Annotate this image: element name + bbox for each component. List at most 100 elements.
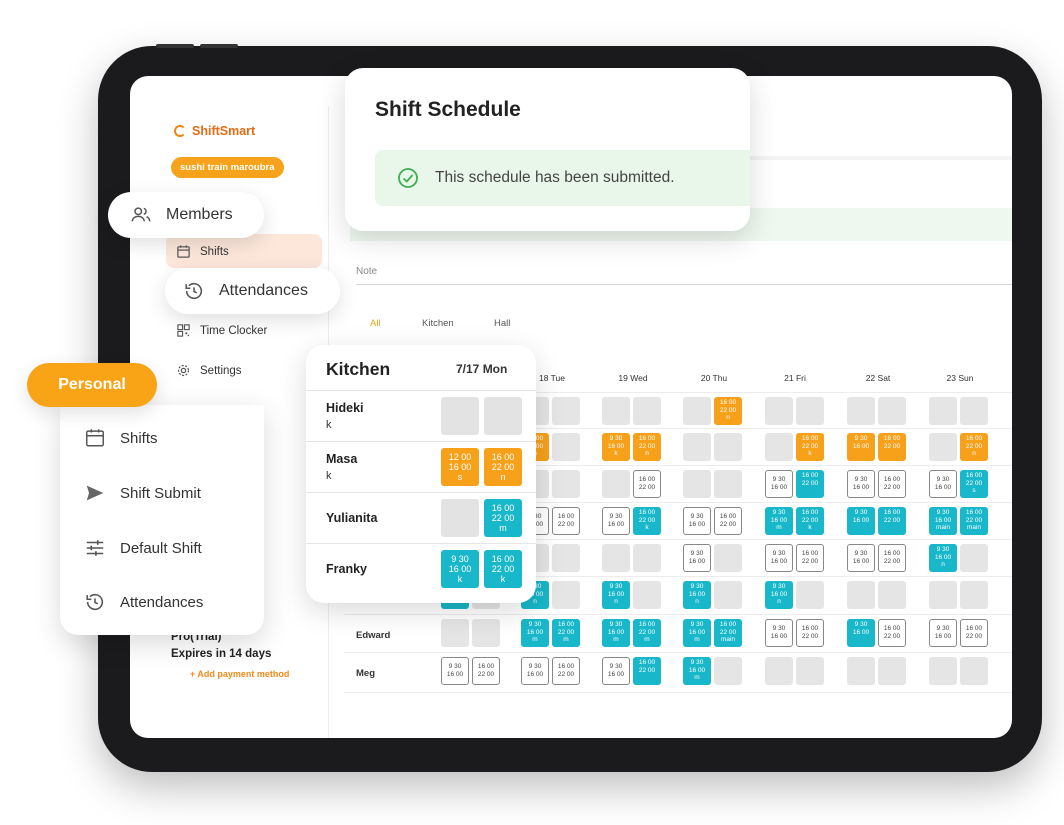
empty-shift-cell[interactable] xyxy=(714,433,742,461)
shift-cell[interactable]: 9 30 16 00 m xyxy=(521,619,549,647)
shift-cell[interactable]: 16 00 22 00 k xyxy=(484,550,522,588)
empty-shift-cell[interactable] xyxy=(552,433,580,461)
empty-shift-cell[interactable] xyxy=(929,657,957,685)
shift-cell[interactable]: 16 00 22 00 xyxy=(960,619,988,647)
empty-shift-cell[interactable] xyxy=(878,397,906,425)
empty-shift-cell[interactable] xyxy=(929,397,957,425)
sidebar-item-time-clocker[interactable]: Time Clocker xyxy=(176,323,267,338)
empty-shift-cell[interactable] xyxy=(796,397,824,425)
shift-cell[interactable]: 16 00 22 00 xyxy=(796,544,824,572)
add-payment-link[interactable]: + Add payment method xyxy=(190,669,289,679)
shift-cell[interactable]: 9 30 16 00 xyxy=(521,657,549,685)
shift-cell[interactable]: 9 30 16 00 n xyxy=(683,581,711,609)
empty-shift-cell[interactable] xyxy=(796,581,824,609)
shift-cell[interactable]: 16 00 22 00 m xyxy=(633,619,661,647)
shift-cell[interactable]: 9 30 16 00 k xyxy=(441,550,479,588)
empty-shift-cell[interactable] xyxy=(441,397,479,435)
shift-cell[interactable]: 9 30 16 00 xyxy=(441,657,469,685)
shift-cell[interactable]: 16 00 22 00 n xyxy=(484,448,522,486)
shift-cell[interactable]: 16 00 22 00 xyxy=(878,433,906,461)
empty-shift-cell[interactable] xyxy=(552,470,580,498)
shift-cell[interactable]: 16 00 22 00 k xyxy=(633,507,661,535)
note-input[interactable] xyxy=(356,284,1012,285)
empty-shift-cell[interactable] xyxy=(552,397,580,425)
shift-cell[interactable]: 16 00 22 00 xyxy=(878,507,906,535)
empty-shift-cell[interactable] xyxy=(960,544,988,572)
shift-cell[interactable]: 9 30 16 00 xyxy=(765,470,793,498)
shift-cell[interactable]: 16 00 22 00 xyxy=(552,657,580,685)
shift-cell[interactable]: 9 30 16 00 xyxy=(847,433,875,461)
shift-cell[interactable]: 16 00 22 00 xyxy=(633,470,661,498)
shift-cell[interactable]: 9 30 16 00 xyxy=(847,507,875,535)
empty-shift-cell[interactable] xyxy=(441,619,469,647)
empty-shift-cell[interactable] xyxy=(633,581,661,609)
empty-shift-cell[interactable] xyxy=(472,619,500,647)
shift-cell[interactable]: 9 30 16 00 xyxy=(683,544,711,572)
shift-cell[interactable]: 16 00 22 00 xyxy=(552,507,580,535)
shift-cell[interactable]: 9 30 16 00 xyxy=(765,619,793,647)
shift-cell[interactable]: 16 00 22 00 main xyxy=(714,619,742,647)
empty-shift-cell[interactable] xyxy=(441,499,479,537)
shift-cell[interactable]: 16 00 22 00 xyxy=(878,470,906,498)
shift-cell[interactable]: 9 30 16 00 xyxy=(602,657,630,685)
shift-cell[interactable]: 16 00 22 00 m xyxy=(484,499,522,537)
shift-cell[interactable]: 9 30 16 00 m xyxy=(683,619,711,647)
shift-cell[interactable]: 9 30 16 00 xyxy=(929,619,957,647)
empty-shift-cell[interactable] xyxy=(714,657,742,685)
sidebar-item-shifts[interactable]: Shifts xyxy=(176,244,229,259)
shift-cell[interactable]: 16 00 22 00 xyxy=(714,507,742,535)
shift-cell[interactable]: 16 00 22 00 k xyxy=(796,507,824,535)
shift-cell[interactable]: 9 30 16 00 xyxy=(847,544,875,572)
personal-item-shifts[interactable]: Shifts xyxy=(84,427,158,449)
empty-shift-cell[interactable] xyxy=(929,433,957,461)
store-badge[interactable]: sushi train maroubra xyxy=(171,157,284,178)
shift-cell[interactable]: 9 30 16 00 xyxy=(847,619,875,647)
shift-cell[interactable]: 9 30 16 00 xyxy=(602,507,630,535)
empty-shift-cell[interactable] xyxy=(552,544,580,572)
shift-cell[interactable]: 16 00 22 00 n xyxy=(714,397,742,425)
shift-cell[interactable]: 16 00 22 00 n xyxy=(633,433,661,461)
shift-cell[interactable]: 16 00 22 00 main xyxy=(960,507,988,535)
personal-item-default-shift[interactable]: Default Shift xyxy=(84,537,202,559)
empty-shift-cell[interactable] xyxy=(765,657,793,685)
empty-shift-cell[interactable] xyxy=(929,581,957,609)
empty-shift-cell[interactable] xyxy=(960,657,988,685)
shift-cell[interactable]: 16 00 22 00 xyxy=(878,544,906,572)
shift-cell[interactable]: 16 00 22 00 xyxy=(633,657,661,685)
shift-cell[interactable]: 9 30 16 00 n xyxy=(765,581,793,609)
shift-cell[interactable]: 9 30 16 00 main xyxy=(929,507,957,535)
empty-shift-cell[interactable] xyxy=(714,470,742,498)
shift-cell[interactable]: 16 00 22 00 n xyxy=(960,433,988,461)
empty-shift-cell[interactable] xyxy=(847,657,875,685)
empty-shift-cell[interactable] xyxy=(960,397,988,425)
shift-cell[interactable]: 16 00 22 00 s xyxy=(960,470,988,498)
filter-tab-hall[interactable]: Hall xyxy=(494,318,510,329)
attendances-button[interactable]: Attendances xyxy=(165,268,340,314)
filter-tab-all[interactable]: All xyxy=(370,318,381,329)
empty-shift-cell[interactable] xyxy=(484,397,522,435)
empty-shift-cell[interactable] xyxy=(552,581,580,609)
shift-cell[interactable]: 16 00 22 00 k xyxy=(796,433,824,461)
shift-cell[interactable]: 16 00 22 00 xyxy=(796,619,824,647)
empty-shift-cell[interactable] xyxy=(714,581,742,609)
personal-tab[interactable]: Personal xyxy=(27,363,157,407)
personal-item-attendances[interactable]: Attendances xyxy=(84,591,203,613)
empty-shift-cell[interactable] xyxy=(602,470,630,498)
empty-shift-cell[interactable] xyxy=(683,470,711,498)
empty-shift-cell[interactable] xyxy=(633,544,661,572)
empty-shift-cell[interactable] xyxy=(602,544,630,572)
sidebar-item-settings[interactable]: Settings xyxy=(176,363,242,378)
shift-cell[interactable]: 16 00 22 00 xyxy=(472,657,500,685)
empty-shift-cell[interactable] xyxy=(847,581,875,609)
shift-cell[interactable]: 9 30 16 00 xyxy=(765,544,793,572)
empty-shift-cell[interactable] xyxy=(683,397,711,425)
empty-shift-cell[interactable] xyxy=(765,433,793,461)
empty-shift-cell[interactable] xyxy=(847,397,875,425)
shift-cell[interactable]: 9 30 16 00 xyxy=(683,507,711,535)
shift-cell[interactable]: 9 30 16 00 m xyxy=(683,657,711,685)
empty-shift-cell[interactable] xyxy=(878,581,906,609)
shift-cell[interactable]: 9 30 16 00 xyxy=(929,470,957,498)
empty-shift-cell[interactable] xyxy=(714,544,742,572)
personal-item-shift-submit[interactable]: Shift Submit xyxy=(84,482,201,504)
empty-shift-cell[interactable] xyxy=(633,397,661,425)
